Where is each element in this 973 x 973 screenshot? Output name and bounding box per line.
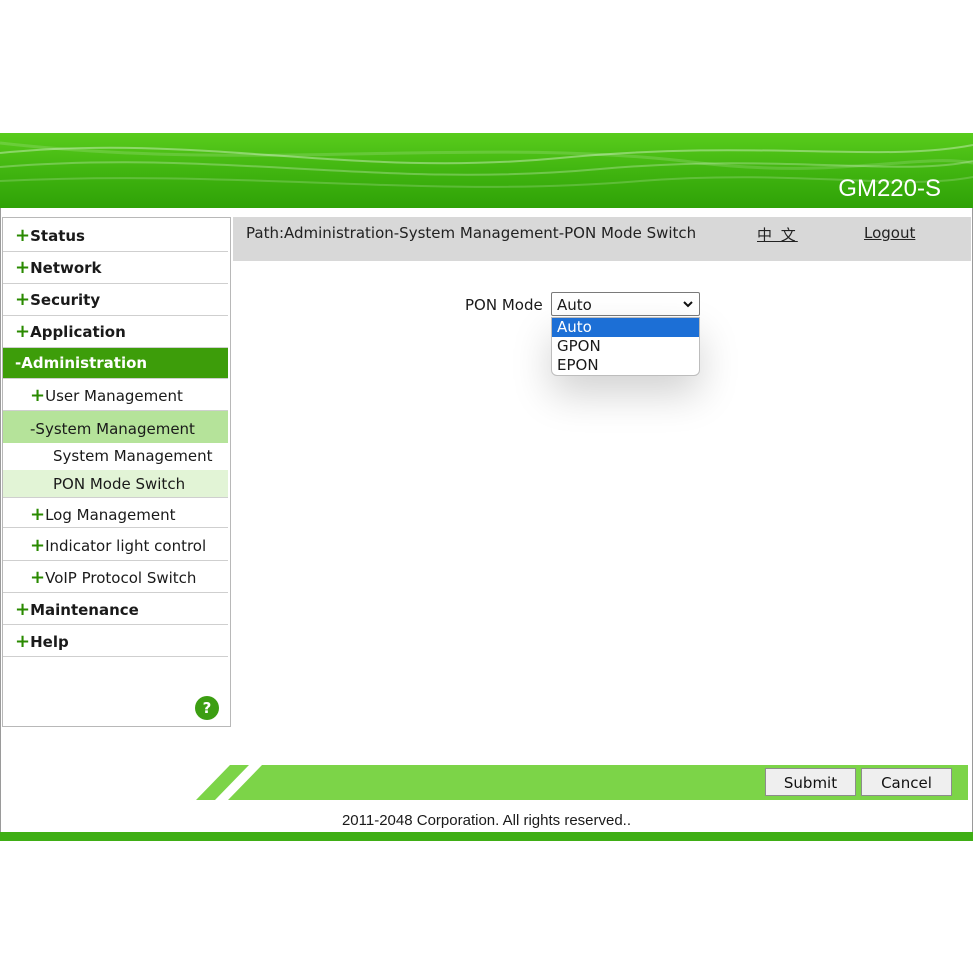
bottom-divider xyxy=(0,832,973,841)
menu-item-status[interactable]: +Status xyxy=(3,220,228,252)
expand-icon: + xyxy=(15,631,31,652)
menu-item-label: Network xyxy=(30,259,102,277)
expand-icon: + xyxy=(15,599,31,620)
submit-button[interactable]: Submit xyxy=(765,768,856,796)
menu-item-system-management[interactable]: -System Management xyxy=(3,411,228,443)
menu-item-label: Application xyxy=(30,323,126,341)
menu-item-maintenance[interactable]: +Maintenance xyxy=(3,593,228,625)
banner-wave-decoration xyxy=(0,141,973,188)
option-epon[interactable]: EPON xyxy=(552,356,699,375)
menu-item-label: Security xyxy=(30,291,101,309)
expand-icon: + xyxy=(30,567,46,588)
help-icon[interactable]: ? xyxy=(195,696,219,720)
menu-item-label: Log Management xyxy=(45,506,176,524)
option-auto[interactable]: Auto xyxy=(552,318,699,337)
menu-item-label: Administration xyxy=(21,354,148,372)
cancel-button[interactable]: Cancel xyxy=(861,768,952,796)
menu-item-label: VoIP Protocol Switch xyxy=(45,569,197,587)
expand-icon: + xyxy=(30,385,46,406)
breadcrumb: Path:Administration-System Management-PO… xyxy=(246,224,697,242)
expand-icon: + xyxy=(15,225,31,246)
menu-item-user-management[interactable]: +User Management xyxy=(3,379,228,411)
chevron-down-icon xyxy=(683,301,693,308)
menu-item-network[interactable]: +Network xyxy=(3,252,228,284)
copyright-text: 2011-2048 Corporation. All rights reserv… xyxy=(341,812,632,829)
pon-mode-value: Auto xyxy=(557,296,592,314)
menu-item-indicator-light[interactable]: +Indicator light control xyxy=(3,528,228,561)
menu-item-security[interactable]: +Security xyxy=(3,284,228,316)
menu-item-help[interactable]: +Help xyxy=(3,625,228,657)
menu-item-label: Help xyxy=(30,633,69,651)
sidebar-menu: +Status +Network +Security +Application … xyxy=(2,217,231,727)
expand-icon: + xyxy=(15,321,31,342)
menu-item-label: Maintenance xyxy=(30,601,139,619)
logout-link[interactable]: Logout xyxy=(864,224,915,242)
language-link[interactable]: 中 文 xyxy=(757,224,798,245)
menu-item-label: Indicator light control xyxy=(45,537,207,555)
pon-mode-dropdown: Auto GPON EPON xyxy=(551,317,700,376)
menu-item-system-management-sub[interactable]: System Management xyxy=(3,443,228,470)
pon-mode-select[interactable]: Auto xyxy=(551,292,700,316)
menu-item-application[interactable]: +Application xyxy=(3,316,228,348)
expand-icon: + xyxy=(30,535,46,556)
menu-item-label: Status xyxy=(30,227,85,245)
menu-item-administration[interactable]: -Administration xyxy=(3,348,228,379)
menu-item-log-management[interactable]: +Log Management xyxy=(3,497,228,528)
path-bar: Path:Administration-System Management-PO… xyxy=(233,217,971,261)
menu-item-label: System Management xyxy=(35,420,195,438)
pon-mode-label: PON Mode xyxy=(465,296,543,314)
product-name: GM220-S xyxy=(838,175,941,202)
header-banner: GM220-S xyxy=(0,133,973,208)
menu-item-label: User Management xyxy=(45,387,183,405)
expand-icon: + xyxy=(15,257,31,278)
option-gpon[interactable]: GPON xyxy=(552,337,699,356)
menu-item-voip-switch[interactable]: +VoIP Protocol Switch xyxy=(3,561,228,593)
expand-icon: + xyxy=(15,289,31,310)
expand-icon: + xyxy=(30,504,46,525)
menu-item-pon-mode-switch[interactable]: PON Mode Switch xyxy=(3,470,228,497)
